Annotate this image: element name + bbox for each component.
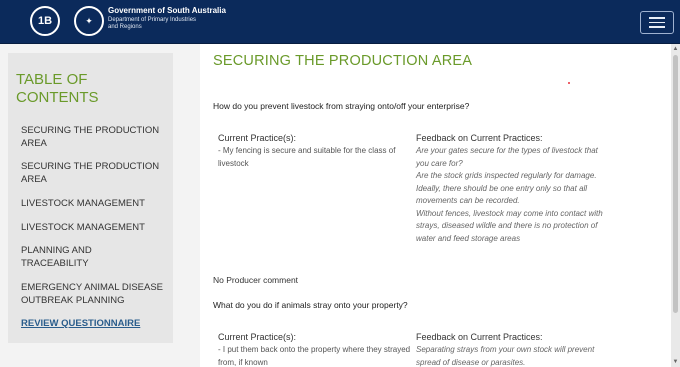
- red-marker-dot: [568, 82, 570, 84]
- hamburger-bar: [649, 26, 665, 28]
- current-practice-text: - My fencing is secure and suitable for …: [218, 146, 396, 168]
- feedback-item: Are your gates secure for the types of l…: [416, 146, 598, 168]
- toc-item-securing-production-area[interactable]: SECURING THE PRODUCTION AREA: [21, 125, 169, 150]
- producer-comment: No Producer comment: [213, 275, 299, 285]
- toc-item-review-questionnaire[interactable]: REVIEW QUESTIONNAIRE: [21, 318, 169, 331]
- current-practice-label: Current Practice(s):: [218, 133, 297, 143]
- toc-item-planning-traceability[interactable]: PLANNING AND TRACEABILITY: [21, 245, 111, 270]
- site-header: 1B ✦ Government of South Australia Depar…: [0, 0, 680, 44]
- department-line-1: Department of Primary Industries: [108, 17, 197, 23]
- hamburger-menu-button[interactable]: [640, 11, 674, 34]
- current-practice-text-2: - I put them back onto the property wher…: [218, 345, 411, 367]
- toc-item-livestock-management-2[interactable]: LIVESTOCK MANAGEMENT: [21, 222, 169, 235]
- question-2: What do you do if animals stray onto you…: [213, 300, 408, 310]
- feedback-item: Separating strays from your own stock wi…: [416, 345, 595, 367]
- toc-item-emergency-planning[interactable]: EMERGENCY ANIMAL DISEASE OUTBREAK PLANNI…: [21, 282, 169, 307]
- toc-title: TABLE OF CONTENTS: [16, 71, 99, 106]
- toc-item-livestock-management[interactable]: LIVESTOCK MANAGEMENT: [21, 198, 169, 211]
- hamburger-bar: [649, 21, 665, 24]
- feedback-item: Ideally, there should be one entry only …: [416, 183, 588, 206]
- page-title: SECURING THE PRODUCTION AREA: [213, 53, 473, 69]
- scroll-up-arrow-icon[interactable]: ▲: [671, 45, 680, 53]
- department-line-2: and Regions: [108, 24, 142, 30]
- feedback-label: Feedback on Current Practices:: [416, 133, 543, 143]
- government-title: Government of South Australia: [108, 6, 226, 15]
- current-practice-label-2: Current Practice(s):: [218, 332, 297, 342]
- feedback-item: Are the stock grids inspected regularly …: [416, 171, 597, 180]
- scroll-down-arrow-icon[interactable]: ▼: [671, 358, 680, 366]
- vertical-scrollbar[interactable]: ▲ ▼: [671, 44, 680, 367]
- feedback-item: Without fences, livestock may come into …: [416, 208, 603, 243]
- biosecurity-logo-icon[interactable]: 1B: [30, 6, 60, 36]
- feedback-list: Are your gates secure for the types of l…: [416, 145, 611, 245]
- department-name: Department of Primary Industries and Reg…: [108, 17, 228, 31]
- government-crest-icon[interactable]: ✦: [74, 6, 104, 36]
- toc-item-securing-production-area-2[interactable]: SECURING THE PRODUCTION AREA: [21, 161, 169, 186]
- hamburger-bar: [649, 17, 665, 19]
- feedback-list-2: Separating strays from your own stock wi…: [416, 344, 611, 367]
- table-of-contents: TABLE OF CONTENTS SECURING THE PRODUCTIO…: [8, 53, 173, 343]
- main-content: SECURING THE PRODUCTION AREA How do you …: [200, 44, 671, 367]
- scrollbar-thumb[interactable]: [673, 55, 678, 313]
- feedback-label-2: Feedback on Current Practices:: [416, 332, 543, 342]
- question-1: How do you prevent livestock from strayi…: [213, 101, 470, 111]
